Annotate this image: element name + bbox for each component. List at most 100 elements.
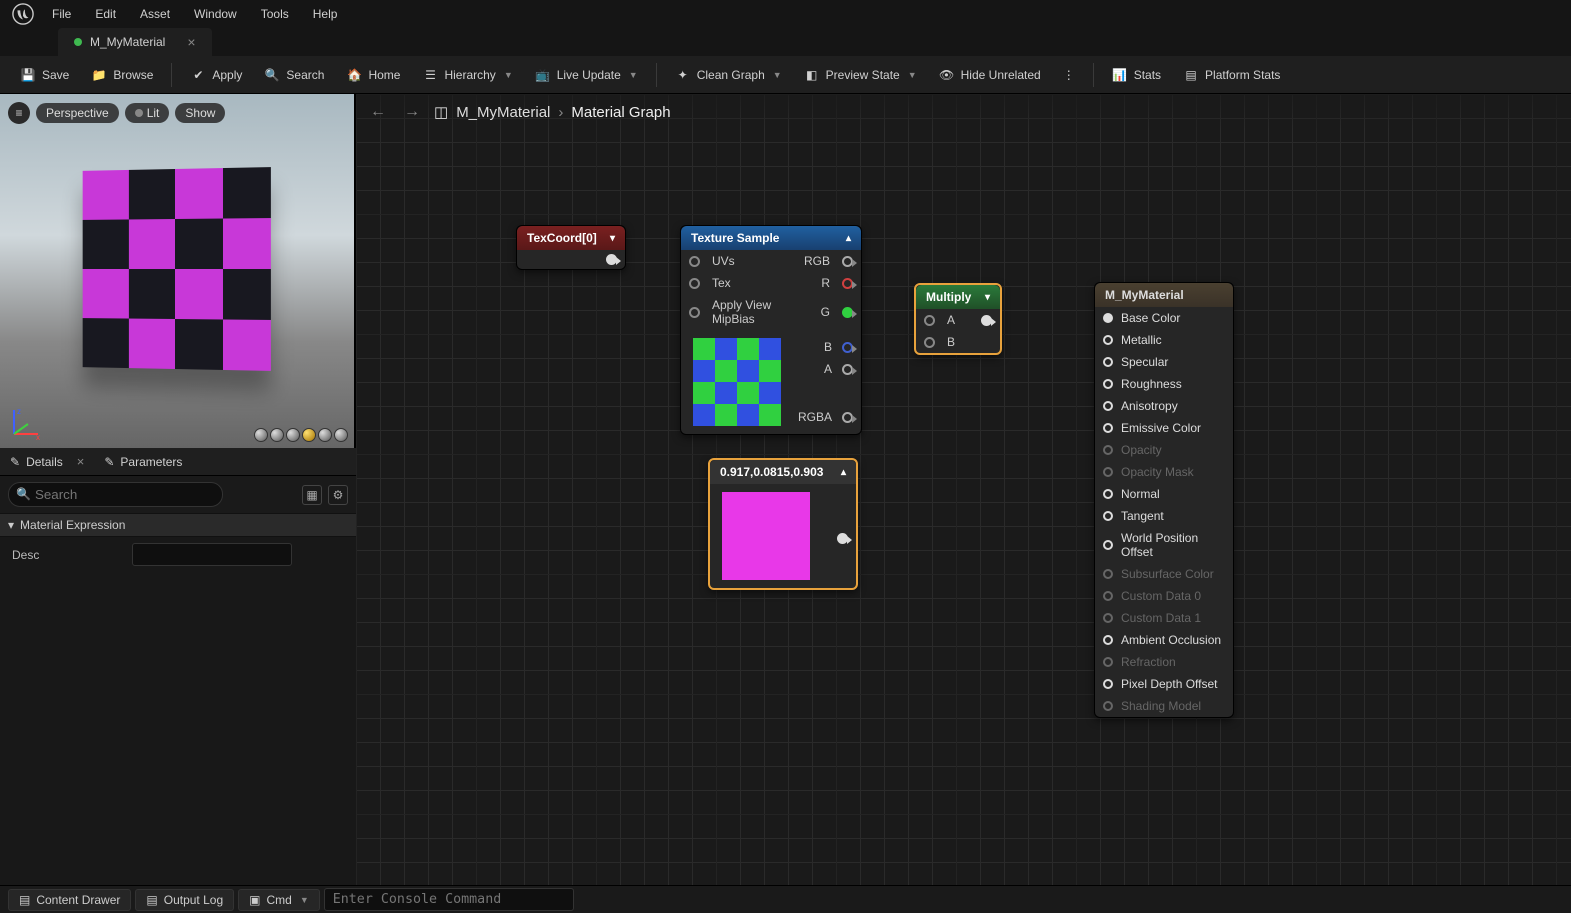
input-pin-b[interactable] (924, 337, 935, 348)
output-pin-rgba[interactable] (842, 412, 853, 423)
input-pin[interactable] (1103, 540, 1113, 550)
menu-window[interactable]: Window (182, 3, 249, 25)
hierarchy-icon: ☰ (422, 67, 438, 83)
hide-unrelated-button[interactable]: 👁Hide Unrelated (929, 63, 1051, 87)
breadcrumb-root[interactable]: M_MyMaterial (456, 104, 550, 121)
shape-teapot-button[interactable] (334, 428, 348, 442)
viewport-menu-button[interactable]: ≡ (8, 102, 30, 124)
property-desc: Desc (0, 537, 356, 572)
input-pin-tex[interactable] (689, 278, 700, 289)
home-button[interactable]: 🏠Home (336, 63, 410, 87)
chevron-down-icon[interactable]: ▾ (610, 233, 615, 244)
shape-cube-button[interactable] (302, 428, 316, 442)
result-pin-specular[interactable]: Specular (1095, 351, 1233, 373)
result-pin-world-position-offset[interactable]: World Position Offset (1095, 527, 1233, 563)
property-label: Desc (12, 548, 122, 562)
result-pin-ambient-occlusion[interactable]: Ambient Occlusion (1095, 629, 1233, 651)
result-pin-metallic[interactable]: Metallic (1095, 329, 1233, 351)
details-search-input[interactable] (8, 482, 223, 507)
save-button[interactable]: 💾Save (10, 63, 79, 87)
settings-button[interactable]: ⚙ (328, 485, 348, 505)
collapse-icon[interactable]: ▴ (841, 467, 846, 478)
app-logo[interactable] (8, 2, 38, 26)
output-pin[interactable] (837, 533, 848, 544)
viewmode-perspective-button[interactable]: Perspective (36, 103, 119, 123)
node-multiply[interactable]: Multiply▾ A B (914, 283, 1002, 355)
output-pin-r[interactable] (842, 278, 853, 289)
tab-details[interactable]: ✎Details× (0, 448, 94, 475)
result-pin-pixel-depth-offset[interactable]: Pixel Depth Offset (1095, 673, 1233, 695)
tab-material[interactable]: M_MyMaterial × (58, 28, 212, 56)
node-texture-sample[interactable]: Texture Sample▴ UVsRGB TexR Apply View M… (680, 225, 862, 435)
shape-sphere-button[interactable] (270, 428, 284, 442)
console-command-input[interactable] (324, 888, 574, 911)
input-pin[interactable] (1103, 511, 1113, 521)
menu-edit[interactable]: Edit (83, 3, 128, 25)
input-pin-uvs[interactable] (689, 256, 700, 267)
menu-file[interactable]: File (40, 3, 83, 25)
color-swatch[interactable] (722, 492, 810, 580)
chevron-down-icon[interactable]: ▾ (985, 292, 990, 303)
close-icon[interactable]: × (77, 454, 85, 469)
material-graph[interactable]: ← → ◫ M_MyMaterial › Material Graph TexC… (356, 94, 1571, 885)
input-pin[interactable] (1103, 313, 1113, 323)
tab-parameters[interactable]: ✎Parameters (94, 448, 192, 475)
viewmode-show-button[interactable]: Show (175, 103, 225, 123)
browse-button[interactable]: 📁Browse (81, 63, 163, 87)
collapse-icon[interactable]: ▴ (846, 233, 851, 244)
input-pin[interactable] (1103, 401, 1113, 411)
preview-viewport[interactable]: ≡ Perspective Lit Show zx (0, 94, 356, 448)
breadcrumb-leaf[interactable]: Material Graph (571, 104, 670, 121)
clean-graph-button[interactable]: ✦Clean Graph▼ (665, 63, 792, 87)
live-update-button[interactable]: 📺Live Update▼ (525, 63, 648, 87)
hierarchy-button[interactable]: ☰Hierarchy▼ (412, 63, 522, 87)
nav-forward-button[interactable]: → (400, 100, 424, 124)
node-texcoord[interactable]: TexCoord[0]▾ (516, 225, 626, 270)
shape-plane-button[interactable] (286, 428, 300, 442)
output-pin-g[interactable] (842, 307, 853, 318)
result-pin-base-color[interactable]: Base Color (1095, 307, 1233, 329)
input-pin[interactable] (1103, 357, 1113, 367)
output-pin[interactable] (981, 315, 992, 326)
input-pin[interactable] (1103, 489, 1113, 499)
viewmode-lit-button[interactable]: Lit (125, 103, 170, 123)
search-button[interactable]: 🔍Search (254, 63, 334, 87)
input-pin[interactable] (1103, 379, 1113, 389)
menu-asset[interactable]: Asset (128, 3, 182, 25)
input-pin[interactable] (1103, 335, 1113, 345)
nav-back-button[interactable]: ← (366, 100, 390, 124)
close-icon[interactable]: × (187, 34, 195, 50)
output-pin-b[interactable] (842, 342, 853, 353)
output-pin[interactable] (606, 254, 617, 265)
input-pin-mipbias[interactable] (689, 307, 700, 318)
stats-button[interactable]: 📊Stats (1102, 63, 1171, 87)
cmd-button[interactable]: ▣Cmd▼ (238, 889, 320, 911)
result-pin-emissive-color[interactable]: Emissive Color (1095, 417, 1233, 439)
content-drawer-button[interactable]: ▤Content Drawer (8, 889, 131, 911)
output-pin-a[interactable] (842, 364, 853, 375)
input-pin[interactable] (1103, 679, 1113, 689)
input-pin[interactable] (1103, 635, 1113, 645)
result-pin-anisotropy[interactable]: Anisotropy (1095, 395, 1233, 417)
node-material-result[interactable]: M_MyMaterial Base ColorMetallicSpecularR… (1094, 282, 1234, 718)
output-log-button[interactable]: ▤Output Log (135, 889, 234, 911)
more-button[interactable]: ⋮ (1053, 64, 1085, 86)
menu-help[interactable]: Help (301, 3, 350, 25)
apply-button[interactable]: ✔Apply (180, 63, 252, 87)
section-material-expression[interactable]: ▾Material Expression (0, 513, 356, 537)
input-pin (1103, 657, 1113, 667)
shape-custom-button[interactable] (318, 428, 332, 442)
input-pin[interactable] (1103, 423, 1113, 433)
shape-cylinder-button[interactable] (254, 428, 268, 442)
platform-stats-button[interactable]: ▤Platform Stats (1173, 63, 1290, 87)
node-constant-vector[interactable]: 0.917,0.0815,0.903▴ (708, 458, 858, 590)
result-pin-tangent[interactable]: Tangent (1095, 505, 1233, 527)
view-options-button[interactable]: ▦ (302, 485, 322, 505)
result-pin-normal[interactable]: Normal (1095, 483, 1233, 505)
preview-state-button[interactable]: ◧Preview State▼ (794, 63, 927, 87)
result-pin-roughness[interactable]: Roughness (1095, 373, 1233, 395)
menu-tools[interactable]: Tools (249, 3, 301, 25)
input-pin-a[interactable] (924, 315, 935, 326)
property-desc-input[interactable] (132, 543, 292, 566)
output-pin-rgb[interactable] (842, 256, 853, 267)
